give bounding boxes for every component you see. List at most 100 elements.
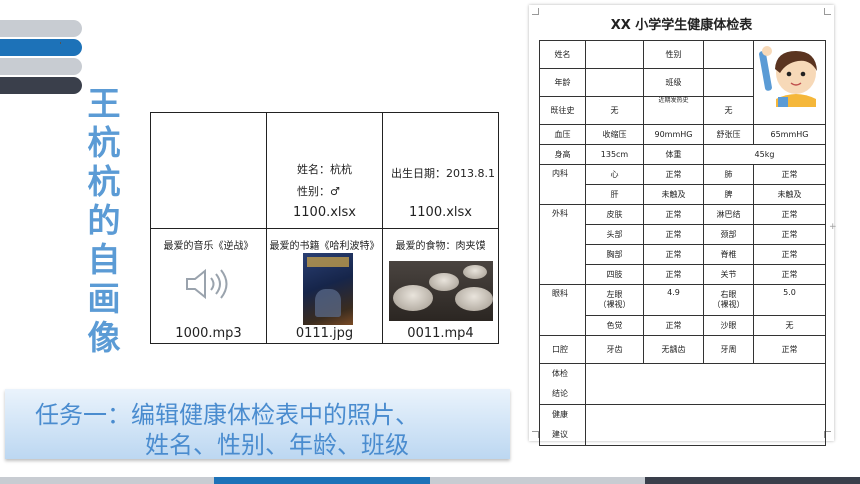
conclusion-label: 体检 结论 — [539, 363, 586, 405]
neck-label: 颈部 — [703, 224, 754, 245]
conclusion-label-2: 结论 — [552, 389, 568, 398]
conclusion-label-1: 体检 — [552, 369, 568, 378]
food-cell: 最爱的食物：肉夹馍 0011.mp4 — [382, 228, 499, 344]
bottom-strip — [0, 477, 860, 484]
joint-value: 正常 — [753, 264, 826, 285]
book-caption: 最爱的书籍《哈利波特》 — [269, 241, 380, 252]
teeth-value: 无龋齿 — [643, 335, 704, 364]
food-video-thumbnail[interactable] — [389, 261, 493, 321]
height-value: 135cm — [585, 144, 644, 165]
oral-label: 口腔 — [539, 335, 586, 364]
right-eye-label: 右眼 （裸视） — [703, 284, 754, 316]
bar-gray-2 — [0, 58, 82, 75]
title-char: 的 — [87, 201, 121, 240]
photo-slot[interactable] — [753, 40, 826, 125]
birth-cell: 出生日期：2013.8.1 1100.xlsx — [382, 112, 499, 229]
name-label: 姓名 — [539, 40, 586, 69]
advice-label: 健康 建议 — [539, 404, 586, 446]
height-label: 身高 — [539, 144, 586, 165]
age-value[interactable] — [585, 68, 644, 97]
neck-value: 正常 — [753, 224, 826, 245]
form-title: XX 小学学生健康体检表 — [610, 18, 753, 33]
tick-mark — [60, 42, 61, 44]
speaker-icon[interactable] — [185, 267, 231, 301]
limbs-value: 正常 — [643, 264, 704, 285]
food-caption: 最爱的食物：肉夹馍 — [395, 241, 486, 252]
trachoma-value: 无 — [753, 315, 826, 336]
photo-cell[interactable] — [150, 112, 267, 229]
lymph-label: 淋巴结 — [703, 204, 754, 225]
title-char: 自 — [87, 240, 121, 279]
profile-birth: 出生日期：2013.8.1 — [391, 167, 495, 180]
teeth-label: 牙齿 — [585, 335, 644, 364]
bp-label: 血压 — [539, 124, 586, 145]
strip-blue — [214, 477, 430, 484]
recent-fever-label: 近期发热史 — [643, 96, 704, 125]
history-value: 无 — [585, 96, 644, 125]
cartoon-boy-image[interactable] — [758, 43, 820, 107]
gender-value[interactable] — [703, 40, 754, 69]
weight-label: 体重 — [643, 144, 704, 165]
spleen-value: 未触及 — [753, 184, 826, 205]
head-label: 头部 — [585, 224, 644, 245]
health-form-table: 姓名 性别 年龄 班级 既往史 无 近期发热史 无 血压 收缩压 90mmHG … — [539, 40, 826, 446]
eye-label: 眼科 — [539, 284, 586, 336]
spleen-label: 脾 — [703, 184, 754, 205]
strip-gray-2 — [430, 477, 645, 484]
title-char: 杭 — [87, 162, 121, 201]
profile-name: 姓名：杭杭 — [297, 163, 352, 176]
color-value: 正常 — [643, 315, 704, 336]
music-file-label[interactable]: 1000.mp3 — [151, 326, 266, 341]
book-cover-image[interactable] — [303, 253, 353, 325]
book-cell: 最爱的书籍《哈利波特》 0111.jpg — [266, 228, 383, 344]
bar-blue — [0, 39, 82, 56]
music-caption: 最爱的音乐《逆战》 — [163, 241, 254, 252]
strip-dark — [645, 477, 860, 484]
trachoma-label: 沙眼 — [703, 315, 754, 336]
gum-label: 牙周 — [703, 335, 754, 364]
birth-file-label[interactable]: 1100.xlsx — [383, 205, 498, 220]
advice-value[interactable] — [585, 404, 826, 446]
color-label: 色觉 — [585, 315, 644, 336]
lung-label: 肺 — [703, 164, 754, 185]
task-box: 任务一：编辑健康体检表中的照片、 姓名、性别、年龄、班级 — [5, 389, 510, 459]
profile-gender: 性别：♂ — [297, 185, 340, 198]
lymph-value: 正常 — [753, 204, 826, 225]
strip-gray-1 — [0, 477, 214, 484]
chest-label: 胸部 — [585, 244, 644, 265]
right-eye-label-text: 右眼 — [720, 290, 737, 299]
right-eye-value: 5.0 — [753, 284, 826, 316]
name-value[interactable] — [585, 40, 644, 69]
task-line-2: 姓名、性别、年龄、班级 — [145, 431, 409, 459]
health-form-document: XX 小学学生健康体检表 姓名 性别 年龄 班级 既往史 无 近期发热史 无 血… — [529, 5, 834, 446]
internal-label: 内科 — [539, 164, 586, 205]
add-icon[interactable]: + — [829, 222, 837, 232]
gum-value: 正常 — [753, 335, 826, 364]
systolic-label: 收缩压 — [585, 124, 644, 145]
age-label: 年龄 — [539, 68, 586, 97]
name-file-label[interactable]: 1100.xlsx — [267, 205, 382, 220]
left-eye-label-text: 左眼 — [606, 290, 623, 299]
advice-label-1: 健康 — [552, 410, 568, 419]
spine-label: 脊椎 — [703, 244, 754, 265]
liver-label: 肝 — [585, 184, 644, 205]
systolic-value: 90mmHG — [643, 124, 704, 145]
spine-value: 正常 — [753, 244, 826, 265]
diastolic-label: 舒张压 — [703, 124, 754, 145]
heart-label: 心 — [585, 164, 644, 185]
gender-label: 性别 — [643, 40, 704, 69]
name-cell: 姓名：杭杭 性别：♂ 1100.xlsx — [266, 112, 383, 229]
surgery-label: 外科 — [539, 204, 586, 285]
lung-value: 正常 — [753, 164, 826, 185]
book-file-label[interactable]: 0111.jpg — [267, 326, 382, 341]
left-eye-sub: （裸视） — [598, 300, 631, 309]
music-cell: 最爱的音乐《逆战》 1000.mp3 — [150, 228, 267, 344]
recent-fever-value: 无 — [703, 96, 754, 125]
title-char: 杭 — [87, 123, 121, 162]
title-char: 像 — [87, 318, 121, 357]
class-value[interactable] — [703, 68, 754, 97]
head-value: 正常 — [643, 224, 704, 245]
conclusion-value[interactable] — [585, 363, 826, 405]
class-label: 班级 — [643, 68, 704, 97]
food-file-label[interactable]: 0011.mp4 — [383, 326, 498, 341]
